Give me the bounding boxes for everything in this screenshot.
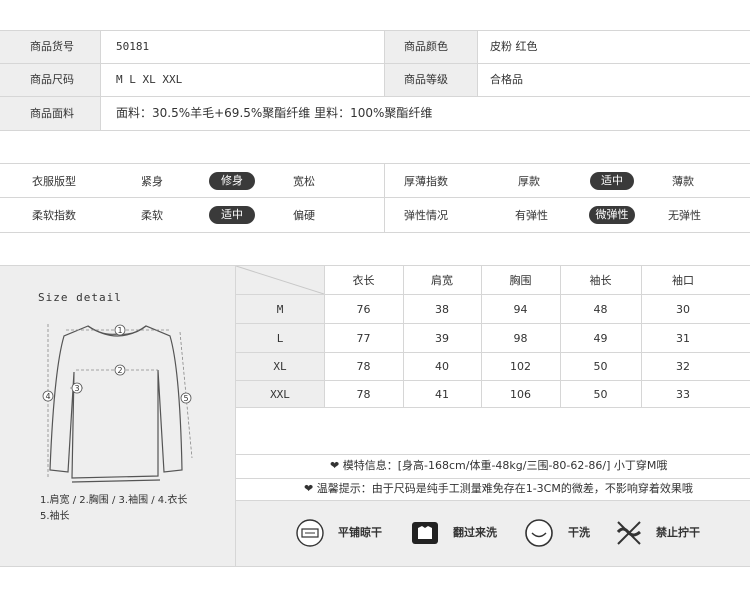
table-cell: 78 — [356, 360, 371, 373]
elasticity-label: 弹性情况 — [404, 209, 448, 222]
fit-option-tight: 紧身 — [141, 175, 163, 188]
inside-out-icon — [412, 522, 438, 544]
table-cell: 94 — [513, 303, 528, 316]
product-size-value: M L XL XXL — [116, 73, 183, 86]
elasticity-option-none: 无弹性 — [668, 209, 701, 222]
col-header-chest: 胸围 — [509, 274, 532, 287]
table-cell: 77 — [356, 332, 371, 345]
table-corner-diagonal — [236, 266, 324, 294]
col-header-shoulder: 肩宽 — [431, 274, 453, 287]
row-size-l: L — [276, 332, 284, 345]
marker-1: 1 — [117, 326, 122, 335]
model-info: ❤ 模特信息：[身高-168cm/体重-48kg/三围-80-62-86/] 小… — [330, 459, 668, 472]
table-cell: 41 — [435, 388, 449, 401]
col-header-cuff: 袖口 — [672, 274, 694, 287]
thickness-option-thick: 厚款 — [518, 175, 540, 188]
table-cell: 102 — [510, 360, 531, 373]
marker-2: 2 — [117, 366, 122, 375]
elasticity-option-slight-selected: 微弹性 — [589, 206, 635, 224]
table-cell: 49 — [593, 332, 608, 345]
dry-clean-icon — [525, 519, 553, 547]
table-cell: 106 — [510, 388, 531, 401]
product-color-label: 商品颜色 — [404, 40, 448, 53]
garment-outline — [49, 325, 183, 479]
table-cell: 76 — [356, 303, 371, 316]
table-cell: 31 — [676, 332, 690, 345]
fabric-label: 商品面料 — [30, 107, 74, 120]
softness-label: 柔软指数 — [32, 209, 76, 222]
garment-diagram: 1 2 3 4 5 — [42, 324, 193, 483]
table-cell: 30 — [676, 303, 690, 316]
row-size-xl: XL — [273, 360, 287, 373]
product-size-label: 商品尺码 — [30, 73, 74, 86]
fit-option-loose: 宽松 — [293, 175, 315, 188]
thickness-option-thin: 薄款 — [672, 175, 694, 188]
sizing-reminder: ❤ 温馨提示：由于尺码是纯手工测量难免存在1-3CM的微差，不影响穿着效果哦 — [304, 482, 693, 495]
marker-5: 5 — [183, 394, 188, 403]
size-detail-title: Size detail — [38, 291, 122, 304]
marker-4: 4 — [45, 392, 50, 401]
marker-3: 3 — [74, 384, 79, 393]
thickness-label: 厚薄指数 — [404, 175, 448, 188]
fit-label: 衣服版型 — [32, 175, 76, 188]
softness-option-hard: 偏硬 — [293, 209, 315, 222]
table-cell: 98 — [513, 332, 528, 345]
care-label-flat-dry: 平铺晾干 — [338, 526, 382, 539]
col-header-sleeve: 袖长 — [589, 274, 612, 287]
care-label-inside-out: 翻过来洗 — [453, 526, 497, 539]
thickness-option-medium-selected: 适中 — [590, 172, 634, 190]
softness-option-medium-selected: 适中 — [209, 206, 255, 224]
product-color-value: 皮粉 红色 — [490, 40, 538, 53]
fabric-value: 面料：30.5%羊毛+69.5%聚酯纤维 里料：100%聚酯纤维 — [116, 106, 433, 120]
care-label-no-wring: 禁止拧干 — [656, 526, 700, 539]
size-legend-line2: 5.袖长 — [40, 511, 70, 522]
elasticity-option-elastic: 有弹性 — [515, 209, 548, 222]
flat-dry-icon — [296, 519, 324, 547]
product-grade-value: 合格品 — [490, 73, 523, 86]
table-cell: 40 — [435, 360, 449, 373]
size-legend-line1: 1.肩宽 / 2.胸围 / 3.袖围 / 4.衣长 — [40, 495, 188, 506]
fit-option-slim-selected: 修身 — [209, 172, 255, 190]
product-grade-label: 商品等级 — [404, 73, 448, 86]
table-cell: 50 — [593, 388, 608, 401]
softness-option-soft: 柔软 — [141, 209, 163, 222]
table-cell: 32 — [676, 360, 690, 373]
table-cell: 38 — [435, 303, 449, 316]
care-label-dry-clean: 干洗 — [568, 526, 590, 539]
product-code-value: 50181 — [116, 40, 150, 53]
table-cell: 39 — [435, 332, 449, 345]
col-header-length: 衣长 — [352, 274, 375, 287]
row-size-xxl: XXL — [270, 388, 290, 401]
table-cell: 78 — [356, 388, 371, 401]
table-cell: 50 — [593, 360, 608, 373]
row-size-m: M — [276, 303, 284, 316]
table-cell: 33 — [676, 388, 690, 401]
no-wring-icon — [616, 521, 641, 545]
table-cell: 48 — [593, 303, 608, 316]
product-code-label: 商品货号 — [30, 40, 74, 53]
